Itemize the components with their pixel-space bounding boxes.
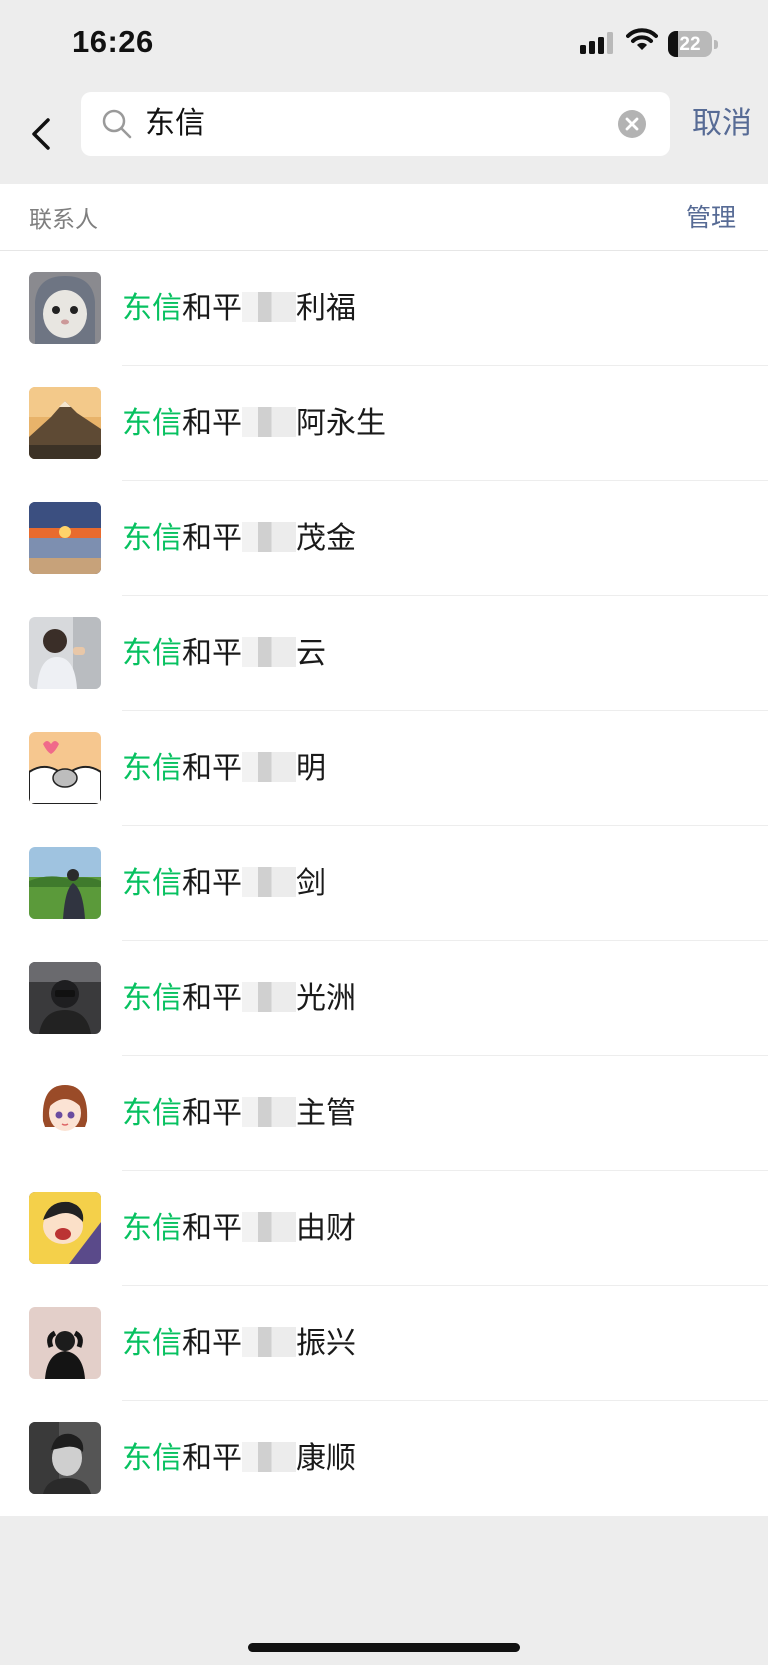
search-field[interactable]: 东信: [81, 92, 670, 156]
contact-name: 东信和平 阿永生: [122, 406, 386, 441]
contact-row[interactable]: 东信和平 振兴: [0, 1286, 768, 1401]
contact-row[interactable]: 东信和平云: [0, 596, 768, 711]
contact-list: 东信和平 利福 东信和平 阿永生 东信和平 茂金 东信和平 云 东信和平 明 东…: [0, 251, 768, 1516]
contact-name: 东信和平云: [122, 636, 326, 671]
anime-girl-avatar: [29, 1077, 101, 1149]
contact-row[interactable]: 东信和平剑: [0, 826, 768, 941]
contact-name: 东信和平 光洲: [122, 981, 356, 1016]
contact-row[interactable]: 东信和平明: [0, 711, 768, 826]
wifi-icon: [626, 28, 658, 50]
contacts-section-header: 联系人 管理: [0, 184, 768, 251]
chevron-left-icon: [32, 118, 50, 150]
contact-row[interactable]: 东信和平 利福: [0, 251, 768, 366]
contact-name: 东信和平 利福: [122, 291, 356, 326]
section-title: 联系人: [29, 207, 98, 233]
contact-row[interactable]: 东信和平 主管: [0, 1056, 768, 1171]
contact-row[interactable]: 东信和平 康顺: [0, 1401, 768, 1516]
contact-name: 东信和平明: [122, 751, 326, 786]
status-bar: 16:26 22: [0, 0, 768, 86]
dark-figure-avatar: [29, 1307, 101, 1379]
contact-name: 东信和平 主管: [122, 1096, 356, 1131]
status-time: 16:26: [72, 24, 154, 59]
search-bar: 东信 取消: [0, 86, 768, 184]
home-indicator: [248, 1643, 520, 1652]
clear-search-icon[interactable]: [618, 110, 646, 138]
sunset-beach-avatar: [29, 502, 101, 574]
contact-row[interactable]: 东信和平 光洲: [0, 941, 768, 1056]
contact-row[interactable]: 东信和平 由财: [0, 1171, 768, 1286]
contact-name: 东信和平 茂金: [122, 521, 356, 556]
cartoon-boy-avatar: [29, 1192, 101, 1264]
mountain-avatar: [29, 387, 101, 459]
contact-row[interactable]: 东信和平 阿永生: [0, 366, 768, 481]
child-photo-avatar: [29, 617, 101, 689]
contact-name: 东信和平 由财: [122, 1211, 356, 1246]
search-input[interactable]: 东信: [145, 92, 575, 156]
search-icon: [102, 109, 132, 139]
cellular-signal-icon: [580, 32, 613, 54]
contact-name: 东信和平 康顺: [122, 1441, 356, 1476]
bw-portrait-avatar: [29, 1422, 101, 1494]
contact-name: 东信和平 振兴: [122, 1326, 356, 1361]
cancel-button[interactable]: 取消: [692, 94, 752, 154]
manage-button[interactable]: 管理: [686, 198, 736, 234]
search-results: 联系人 管理 东信和平 利福 东信和平 阿永生 东信和平 茂金 东信和平 云 东…: [0, 184, 768, 1516]
man-in-car-avatar: [29, 962, 101, 1034]
grassland-avatar: [29, 847, 101, 919]
contact-row[interactable]: 东信和平 茂金: [0, 481, 768, 596]
battery-level: 22: [679, 34, 701, 55]
battery-icon: 22: [668, 31, 720, 59]
cartoon-hamster-avatar: [29, 732, 101, 804]
gray-cat-avatar: [29, 272, 101, 344]
back-button[interactable]: [24, 104, 64, 164]
contact-name: 东信和平剑: [122, 866, 326, 901]
